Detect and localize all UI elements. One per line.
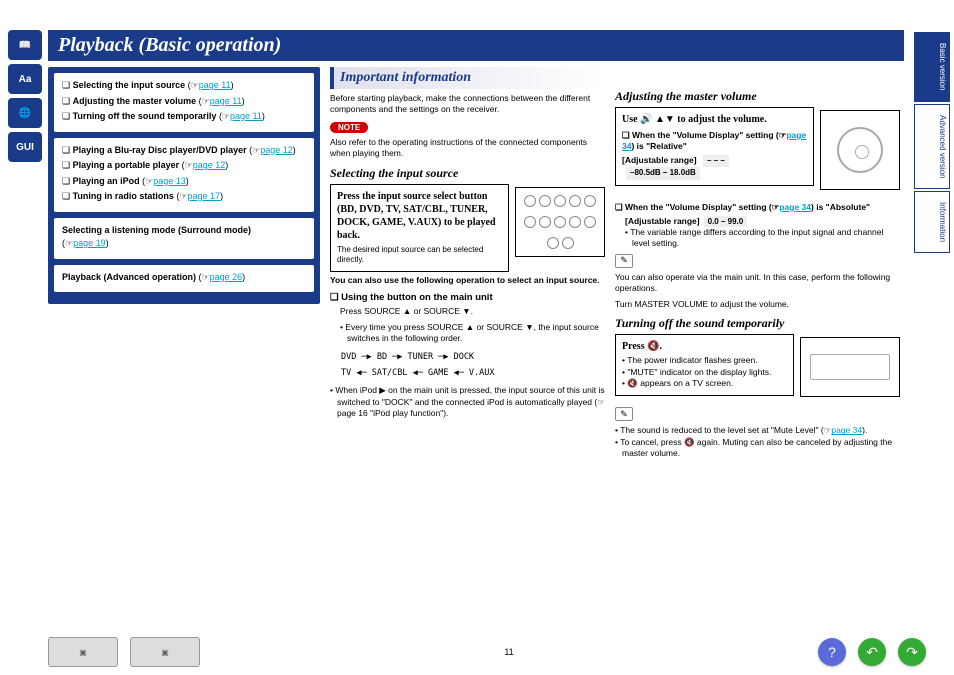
press-detail: Every time you press SOURCE ▲ or SOURCE …	[340, 322, 605, 345]
footer: ▣ ▣ 11 ? ↶ ↷	[48, 637, 926, 667]
main-unit-op-note: You can also operate via the main unit. …	[615, 272, 900, 295]
select-callout: Press the input source select button (BD…	[330, 184, 509, 272]
link-page-12b[interactable]: page 12	[193, 160, 226, 170]
book-icon[interactable]: 📖	[8, 30, 42, 60]
middle-column: Important information Before starting pl…	[330, 67, 605, 460]
link-page-13[interactable]: page 13	[153, 176, 186, 186]
device-front-illustration	[800, 337, 900, 397]
device-thumb-back[interactable]: ▣	[48, 637, 118, 667]
link-page-26[interactable]: page 26	[210, 272, 243, 282]
gui-icon[interactable]: GUI	[8, 132, 42, 162]
link-page-17[interactable]: page 17	[188, 191, 221, 201]
heading-adjust-volume: Adjusting the master volume	[615, 89, 900, 104]
next-page-button[interactable]: ↷	[898, 638, 926, 666]
pencil-icon: ✎	[615, 254, 633, 268]
link-page-19[interactable]: page 19	[73, 238, 106, 248]
source-flow-diagram: DVD ─▶ BD ─▶ TUNER ─▶ DOCK TV ◀─ SAT/CBL…	[330, 345, 605, 386]
sidebar-icons: 📖 Aa 🌐 GUI	[8, 30, 42, 162]
toc-group-4: Playback (Advanced operation) (☞page 26)	[54, 265, 314, 293]
toc-group-1: ❏ Selecting the input source (☞page 11) …	[54, 73, 314, 132]
toc-group-3: Selecting a listening mode (Surround mod…	[54, 218, 314, 259]
heading-turn-off-sound: Turning off the sound temporarily	[615, 316, 900, 331]
heading-using-button-main-unit: ❏ Using the button on the main unit	[330, 292, 605, 303]
tab-basic[interactable]: Basic version	[914, 32, 950, 102]
help-button[interactable]: ?	[818, 638, 846, 666]
remote-nav-illustration	[820, 110, 900, 190]
mute-notes: The sound is reduced to the level set at…	[615, 425, 900, 459]
note-badge: NOTE	[330, 122, 368, 133]
toc-box: ❏ Selecting the input source (☞page 11) …	[48, 67, 320, 304]
link-page-11c[interactable]: page 11	[230, 111, 262, 121]
toc-column: ❏ Selecting the input source (☞page 11) …	[48, 67, 320, 460]
toc-group-2: ❏ Playing a Blu-ray Disc player/DVD play…	[54, 138, 314, 212]
note-text: Also refer to the operating instructions…	[330, 137, 605, 160]
pencil-icon-2: ✎	[615, 407, 633, 421]
ipod-note: When iPod ▶ on the main unit is pressed,…	[330, 385, 605, 419]
turn-master-vol: Turn MASTER VOLUME to adjust the volume.	[615, 299, 900, 310]
link-page-11b[interactable]: page 11	[210, 96, 242, 106]
link-page-34b[interactable]: page 34	[779, 202, 811, 212]
also-use-text: You can also use the following operation…	[330, 275, 605, 286]
font-size-icon[interactable]: Aa	[8, 64, 42, 94]
link-page-12a[interactable]: page 12	[260, 145, 293, 155]
page-body: Playback (Basic operation) ❏ Selecting t…	[48, 30, 904, 460]
important-intro: Before starting playback, make the conne…	[330, 93, 605, 116]
heading-important-info: Important information	[330, 67, 605, 89]
remote-panel-illustration	[515, 187, 605, 257]
adjust-callout: Use 🔊 ▲▼ to adjust the volume. ❏ When th…	[615, 107, 814, 186]
press-source-line: Press SOURCE ▲ or SOURCE ▼.	[340, 306, 605, 317]
page-title: Playback (Basic operation)	[48, 30, 904, 61]
device-thumb-front[interactable]: ▣	[130, 637, 200, 667]
page-number: 11	[504, 647, 513, 657]
link-page-11a[interactable]: page 11	[199, 80, 231, 90]
section-tabs: Basic version Advanced version Informati…	[914, 32, 950, 253]
right-column: Adjusting the master volume Use 🔊 ▲▼ to …	[615, 67, 900, 460]
tab-information[interactable]: Information	[914, 191, 950, 253]
link-page-34c[interactable]: page 34	[831, 425, 862, 435]
prev-page-button[interactable]: ↶	[858, 638, 886, 666]
heading-selecting-input: Selecting the input source	[330, 166, 605, 181]
globe-icon[interactable]: 🌐	[8, 98, 42, 128]
mute-callout: Press 🔇. The power indicator flashes gre…	[615, 334, 794, 395]
tab-advanced[interactable]: Advanced version	[914, 104, 950, 190]
abs-note: The variable range differs according to …	[625, 227, 900, 250]
